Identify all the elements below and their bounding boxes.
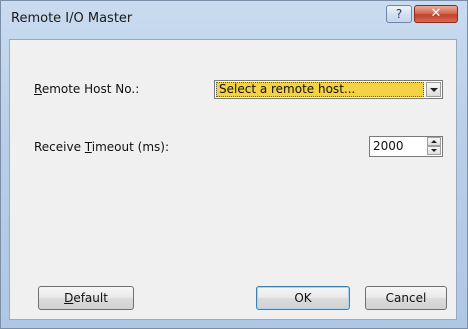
default-button-mnemonic: D (64, 291, 74, 305)
receive-timeout-stepper[interactable]: 2000 (369, 136, 443, 157)
receive-timeout-label-prefix: Receive (34, 140, 85, 154)
cancel-button[interactable]: Cancel (365, 286, 447, 310)
ok-button[interactable]: OK (256, 286, 350, 310)
chevron-down-icon[interactable] (426, 82, 441, 97)
window-title: Remote I/O Master (11, 11, 133, 26)
receive-timeout-label: Receive Timeout (ms): (34, 140, 169, 154)
spin-down-icon[interactable] (427, 146, 441, 155)
dialog-window: Remote I/O Master ? ✕ Remote Host No.: S… (0, 0, 468, 329)
help-icon: ? (395, 7, 403, 21)
receive-timeout-value[interactable]: 2000 (373, 139, 404, 153)
close-button[interactable]: ✕ (414, 5, 458, 23)
title-bar[interactable]: Remote I/O Master ? ✕ (1, 1, 467, 39)
default-button-label: efault (73, 291, 108, 305)
spin-up-icon[interactable] (427, 137, 441, 146)
remote-host-label-rest: emote Host No.: (41, 82, 140, 96)
remote-host-label: Remote Host No.: (34, 82, 139, 96)
receive-timeout-label-mnemonic: T (84, 140, 92, 154)
close-icon: ✕ (430, 6, 442, 21)
remote-host-label-mnemonic: R (34, 82, 42, 96)
help-button[interactable]: ? (386, 5, 412, 23)
dialog-content: Remote Host No.: Select a remote host...… (9, 39, 457, 320)
remote-host-select[interactable]: Select a remote host... (214, 80, 443, 99)
receive-timeout-label-rest: imeout (ms): (91, 140, 169, 154)
remote-host-selected-value: Select a remote host... (216, 82, 424, 97)
default-button[interactable]: Default (38, 286, 134, 310)
